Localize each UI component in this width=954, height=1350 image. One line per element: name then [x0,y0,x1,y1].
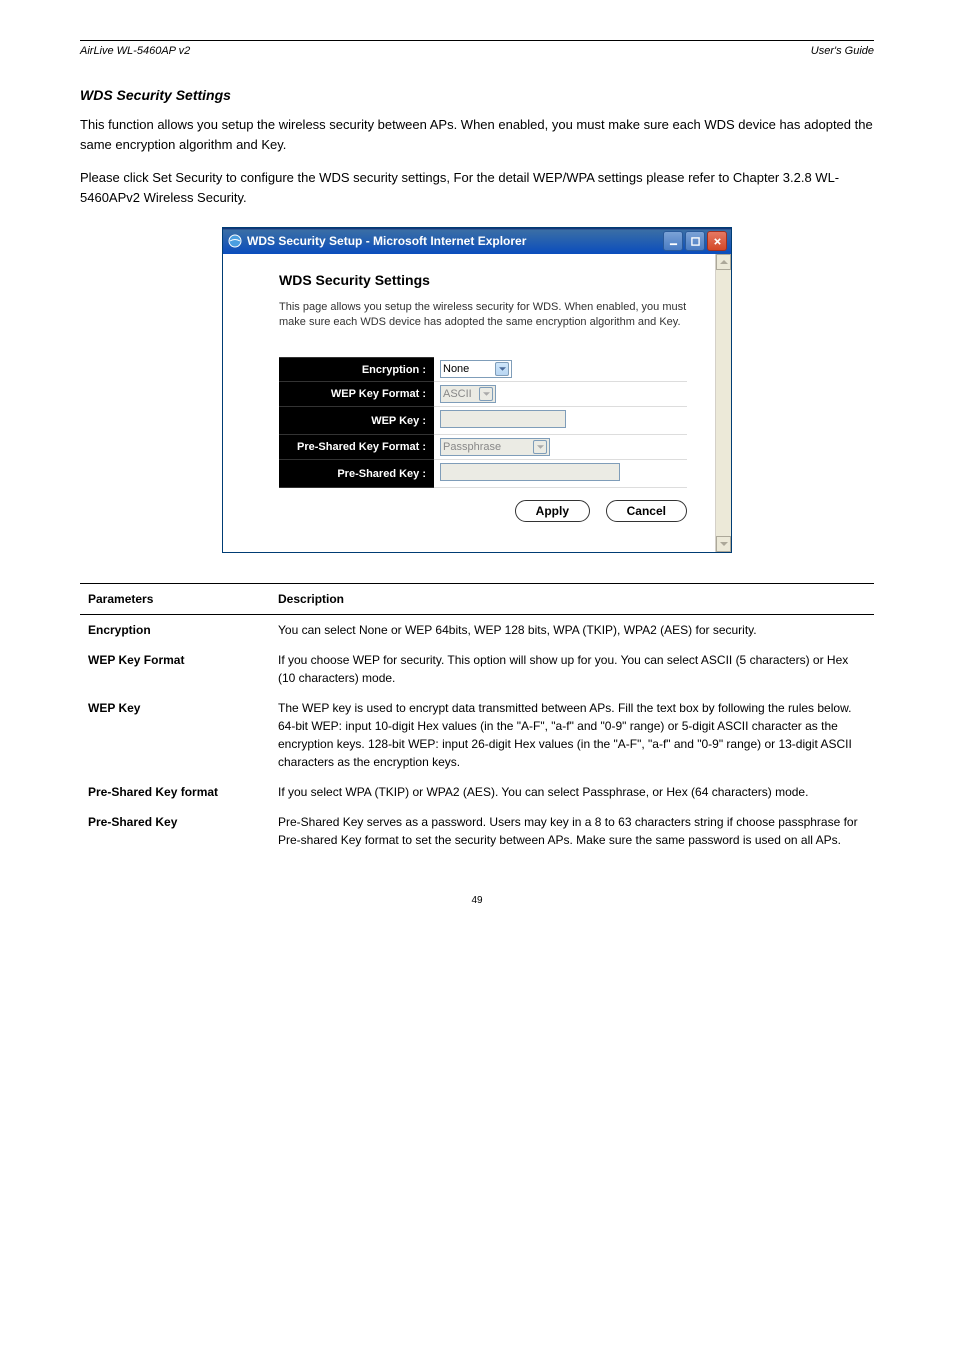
param-name: WEP Key [80,693,270,777]
param-name: WEP Key Format [80,645,270,693]
parameters-table: Parameters Description Encryption You ca… [80,583,874,855]
close-button[interactable] [707,231,727,251]
psk-label: Pre-Shared Key : [279,460,434,488]
section-intro: This function allows you setup the wirel… [80,115,874,154]
table-header-desc: Description [270,584,874,615]
table-row: Pre-Shared Key Pre-Shared Key serves as … [80,807,874,855]
encryption-select[interactable]: None [440,360,512,378]
chevron-down-icon [479,387,493,401]
table-row: Encryption You can select None or WEP 64… [80,615,874,646]
window-titlebar: WDS Security Setup - Microsoft Internet … [223,228,731,254]
scroll-up-icon[interactable] [716,254,731,270]
encryption-label: Encryption : [279,357,434,382]
panel-title: WDS Security Settings [279,272,687,288]
wep-format-value: ASCII [443,388,472,400]
header-product: AirLive WL-5460AP v2 [80,45,190,57]
psk-input[interactable] [440,463,620,481]
ie-icon [227,233,243,249]
cancel-button[interactable]: Cancel [606,500,687,522]
wep-key-label: WEP Key : [279,407,434,435]
param-desc: If you choose WEP for security. This opt… [270,645,874,693]
wep-format-select[interactable]: ASCII [440,385,496,403]
param-desc: You can select None or WEP 64bits, WEP 1… [270,615,874,646]
browser-window: WDS Security Setup - Microsoft Internet … [222,227,732,553]
header-doc: User's Guide [811,45,874,57]
psk-format-label: Pre-Shared Key Format : [279,435,434,460]
psk-format-value: Passphrase [443,441,501,453]
section-note: Please click Set Security to configure t… [80,168,874,207]
encryption-value: None [443,363,469,375]
panel-description: This page allows you setup the wireless … [279,300,687,331]
chevron-down-icon [533,440,547,454]
param-name: Pre-Shared Key [80,807,270,855]
param-desc: If you select WPA (TKIP) or WPA2 (AES). … [270,777,874,807]
param-name: Encryption [80,615,270,646]
wep-format-label: WEP Key Format : [279,382,434,407]
scroll-down-icon[interactable] [716,536,731,552]
psk-format-select[interactable]: Passphrase [440,438,550,456]
param-desc: Pre-Shared Key serves as a password. Use… [270,807,874,855]
chevron-down-icon [495,362,509,376]
param-desc: The WEP key is used to encrypt data tran… [270,693,874,777]
table-row: Pre-Shared Key format If you select WPA … [80,777,874,807]
table-row: WEP Key Format If you choose WEP for sec… [80,645,874,693]
vertical-scrollbar[interactable] [715,254,731,552]
window-title: WDS Security Setup - Microsoft Internet … [247,234,663,248]
param-name: Pre-Shared Key format [80,777,270,807]
maximize-button[interactable] [685,231,705,251]
page-number: 49 [80,895,874,906]
table-row: WEP Key The WEP key is used to encrypt d… [80,693,874,777]
wep-key-input[interactable] [440,410,566,428]
apply-button[interactable]: Apply [515,500,590,522]
minimize-button[interactable] [663,231,683,251]
section-title: WDS Security Settings [80,87,874,103]
table-header-param: Parameters [80,584,270,615]
